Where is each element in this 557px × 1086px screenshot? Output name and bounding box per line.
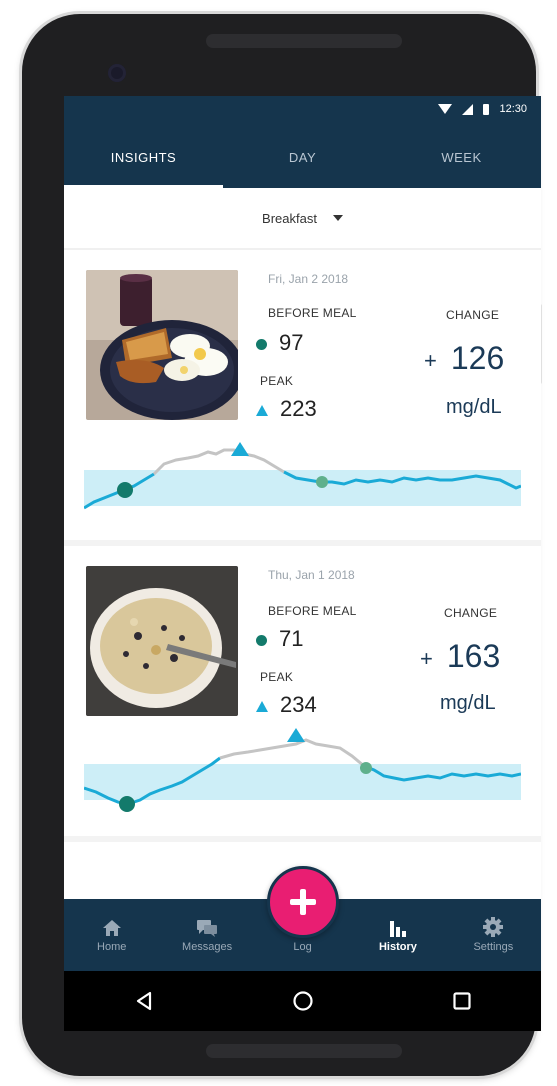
meal-filter-value: Breakfast (262, 210, 317, 226)
change-label: CHANGE (444, 606, 498, 620)
meal-list: Fri, Jan 2 2018 BEFORE MEAL 97 PEAK 223 … (64, 250, 541, 902)
before-meal-dot-icon (256, 634, 267, 646)
dropdown-arrow-icon (332, 215, 343, 221)
home-icon (102, 917, 122, 937)
peak-value: 234 (280, 692, 317, 717)
top-speaker (206, 34, 402, 48)
change-label: CHANGE (446, 308, 500, 322)
nav-home[interactable]: Home (64, 899, 159, 971)
nav-label: Log (293, 941, 312, 953)
wifi-icon (438, 104, 453, 114)
peak-value-row: 234 (256, 692, 317, 718)
peak-triangle-icon (256, 404, 268, 416)
meal-photo-toast-eggs (86, 270, 238, 420)
change-value: 163 (446, 638, 501, 674)
meal-card[interactable]: Fri, Jan 2 2018 BEFORE MEAL 97 PEAK 223 … (64, 250, 541, 540)
phone-frame: 12:30 INSIGHTS DAY WEEK Breakfast Fri, J… (22, 14, 542, 1076)
peak-value: 223 (280, 396, 317, 421)
front-camera (108, 64, 126, 82)
meal-card[interactable]: Thu, Jan 1 2018 BEFORE MEAL 71 PEAK 234 … (64, 546, 541, 836)
meal-peak-line (219, 738, 365, 768)
glucose-chart (84, 728, 521, 812)
nav-history[interactable]: History (350, 899, 445, 971)
meal-date: Fri, Jan 2 2018 (268, 272, 349, 286)
tab-label: WEEK (441, 149, 482, 165)
change-sign: + (424, 347, 437, 373)
change-value-row: +126 (424, 340, 504, 377)
nav-messages[interactable]: Messages (159, 899, 254, 971)
change-unit: mg/dL (440, 692, 496, 714)
change-unit: mg/dL (446, 396, 502, 418)
recents-icon[interactable] (451, 990, 473, 1012)
before-meal-value-row: 71 (256, 626, 303, 652)
gear-icon (483, 917, 504, 937)
glucose-chart (84, 442, 521, 510)
before-meal-value: 71 (279, 626, 304, 651)
change-value: 126 (450, 340, 505, 376)
tab-day[interactable]: DAY (223, 126, 382, 188)
plus-icon (290, 889, 316, 915)
before-meal-label: BEFORE MEAL (268, 306, 357, 320)
nav-label: History (378, 941, 417, 953)
peak-value-row: 223 (256, 396, 317, 422)
before-meal-value-row: 97 (256, 330, 303, 356)
before-meal-dot-icon (256, 338, 267, 350)
change-value-row: +163 (420, 638, 500, 675)
bottom-speaker (206, 1044, 402, 1058)
nav-label: Home (97, 941, 127, 953)
tab-label: DAY (288, 149, 317, 165)
back-icon[interactable] (133, 990, 155, 1012)
battery-icon (483, 103, 490, 115)
peak-marker (287, 728, 305, 742)
peak-label: PEAK (260, 374, 294, 388)
nav-label: Messages (182, 941, 233, 953)
meal-date: Thu, Jan 1 2018 (268, 568, 355, 582)
meal-photo-oatmeal (86, 566, 238, 716)
nav-label: Settings (473, 941, 514, 953)
peak-triangle-icon (256, 700, 268, 712)
change-sign: + (420, 645, 433, 671)
meal-filter-dropdown[interactable]: Breakfast (64, 188, 541, 250)
home-circle-icon[interactable] (292, 990, 314, 1012)
tab-insights[interactable]: INSIGHTS (64, 126, 223, 188)
status-bar: 12:30 (64, 96, 541, 126)
android-system-nav (64, 971, 541, 1031)
nav-settings[interactable]: Settings (446, 899, 541, 971)
peak-label: PEAK (260, 670, 294, 684)
messages-icon (196, 917, 218, 937)
after-meal-marker (360, 762, 372, 774)
before-meal-label: BEFORE MEAL (268, 604, 357, 618)
signal-icon (462, 103, 474, 115)
tab-label: INSIGHTS (110, 149, 177, 165)
before-meal-marker (117, 482, 133, 498)
before-meal-marker (119, 796, 135, 812)
before-meal-value: 97 (279, 330, 304, 355)
after-meal-marker (316, 476, 328, 488)
screen: 12:30 INSIGHTS DAY WEEK Breakfast Fri, J… (64, 96, 541, 1031)
status-time: 12:30 (499, 103, 527, 115)
log-add-button[interactable] (267, 866, 339, 938)
tab-week[interactable]: WEEK (382, 126, 541, 188)
tab-bar: INSIGHTS DAY WEEK (64, 126, 541, 188)
bar-chart-icon (388, 917, 408, 937)
